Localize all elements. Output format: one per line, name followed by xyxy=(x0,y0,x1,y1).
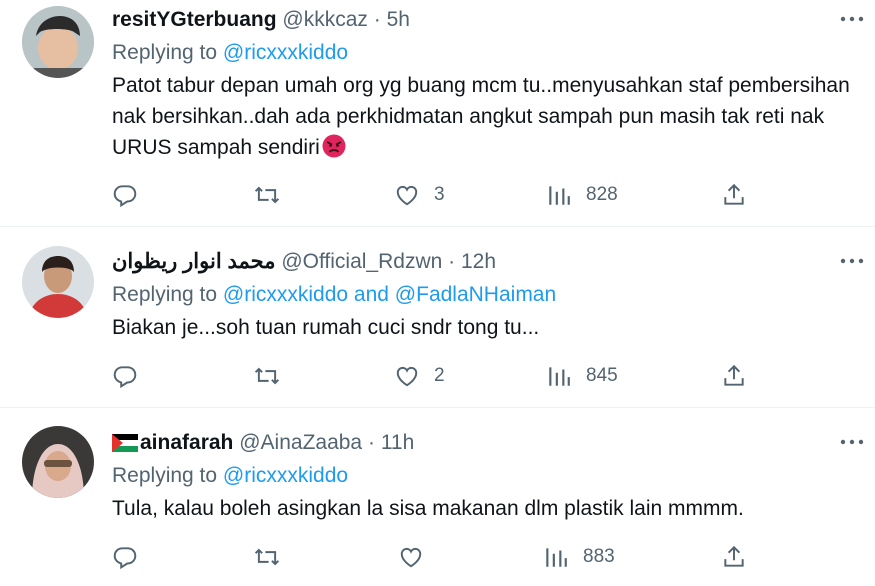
replying-label: Replying to xyxy=(112,464,218,487)
replying-to: Replying to @ricxxxkiddo xyxy=(112,463,348,489)
reply-button[interactable] xyxy=(112,542,138,572)
tweet-header: ainafarah @AinaZaaba · 11h xyxy=(112,430,414,456)
views-button[interactable]: 883 xyxy=(543,542,615,572)
retweet-button[interactable] xyxy=(254,542,280,572)
avatar[interactable] xyxy=(22,246,94,318)
tweet-actions: 883 xyxy=(0,542,875,572)
like-count: 2 xyxy=(434,365,445,386)
retweet-icon xyxy=(254,363,280,389)
tweet-text-content: Biakan je...soh tuan rumah cuci sndr ton… xyxy=(112,316,540,339)
mention-link[interactable]: @ricxxxkiddo xyxy=(223,41,348,64)
reply-icon xyxy=(112,363,138,389)
avatar-photo xyxy=(22,6,94,78)
handle[interactable]: @kkkcaz xyxy=(282,8,368,31)
views-icon xyxy=(546,363,572,389)
reply-icon xyxy=(112,544,138,570)
retweet-button[interactable] xyxy=(254,180,280,210)
like-button[interactable]: 3 xyxy=(394,180,445,210)
tweet-text: Patot tabur depan umah org yg buang mcm … xyxy=(112,70,852,163)
share-icon xyxy=(721,544,747,570)
more-icon[interactable] xyxy=(837,432,867,452)
like-button[interactable]: 2 xyxy=(394,361,445,391)
share-button[interactable] xyxy=(721,542,747,572)
view-count: 845 xyxy=(586,365,618,386)
like-icon xyxy=(398,544,424,570)
views-icon xyxy=(543,544,569,570)
timestamp[interactable]: 11h xyxy=(381,431,414,454)
separator-dot: · xyxy=(448,250,456,273)
avatar-photo xyxy=(22,246,94,318)
share-button[interactable] xyxy=(721,180,747,210)
tweet-text: Biakan je...soh tuan rumah cuci sndr ton… xyxy=(112,312,852,343)
like-icon xyxy=(394,363,420,389)
mention-link[interactable]: @ricxxxkiddo and @FadlaNHaiman xyxy=(223,283,556,306)
tweet-header: محمد انوار ريظوان @Official_Rdzwn · 12h xyxy=(112,249,496,275)
tweet-3[interactable]: ainafarah @AinaZaaba · 11h Replying to @… xyxy=(0,408,875,586)
tweet-actions: 3 828 xyxy=(0,180,875,210)
retweet-button[interactable] xyxy=(254,361,280,391)
tweet-header: resitYGterbuang @kkkcaz · 5h xyxy=(112,7,410,33)
tweet-1[interactable]: resitYGterbuang @kkkcaz · 5h Replying to… xyxy=(0,0,875,227)
retweet-icon xyxy=(254,544,280,570)
retweet-icon xyxy=(254,182,280,208)
palestine-flag-icon xyxy=(112,434,138,452)
like-count: 3 xyxy=(434,184,445,205)
reply-icon xyxy=(112,182,138,208)
handle[interactable]: @AinaZaaba xyxy=(239,431,362,454)
more-icon[interactable] xyxy=(837,9,867,29)
avatar[interactable] xyxy=(22,6,94,78)
replying-label: Replying to xyxy=(112,283,218,306)
reply-button[interactable] xyxy=(112,361,138,391)
replying-to: Replying to @ricxxxkiddo and @FadlaNHaim… xyxy=(112,282,556,308)
views-icon xyxy=(546,182,572,208)
display-name[interactable]: resitYGterbuang xyxy=(112,8,277,31)
avatar[interactable] xyxy=(22,426,94,498)
share-icon xyxy=(721,182,747,208)
display-name[interactable]: ainafarah xyxy=(140,431,233,454)
timestamp[interactable]: 5h xyxy=(387,8,410,31)
replying-to: Replying to @ricxxxkiddo xyxy=(112,40,348,66)
angry-face-icon xyxy=(322,134,346,158)
separator-dot: · xyxy=(367,431,375,454)
like-icon xyxy=(394,182,420,208)
views-button[interactable]: 828 xyxy=(546,180,618,210)
share-button[interactable] xyxy=(721,361,747,391)
tweet-2[interactable]: محمد انوار ريظوان @Official_Rdzwn · 12h … xyxy=(0,227,875,408)
view-count: 883 xyxy=(583,546,615,567)
view-count: 828 xyxy=(586,184,618,205)
replying-label: Replying to xyxy=(112,41,218,64)
handle[interactable]: @Official_Rdzwn xyxy=(281,250,442,273)
timestamp[interactable]: 12h xyxy=(461,250,496,273)
tweet-text-content: Patot tabur depan umah org yg buang mcm … xyxy=(112,74,850,159)
avatar-photo xyxy=(22,426,94,498)
tweet-text: Tula, kalau boleh asingkan la sisa makan… xyxy=(112,493,852,524)
separator-dot: · xyxy=(373,8,381,31)
tweet-actions: 2 845 xyxy=(0,361,875,391)
share-icon xyxy=(721,363,747,389)
tweet-text-content: Tula, kalau boleh asingkan la sisa makan… xyxy=(112,497,744,520)
display-name[interactable]: محمد انوار ريظوان xyxy=(112,250,275,273)
like-button[interactable] xyxy=(398,542,438,572)
more-icon[interactable] xyxy=(837,251,867,271)
reply-button[interactable] xyxy=(112,180,138,210)
mention-link[interactable]: @ricxxxkiddo xyxy=(223,464,348,487)
views-button[interactable]: 845 xyxy=(546,361,618,391)
